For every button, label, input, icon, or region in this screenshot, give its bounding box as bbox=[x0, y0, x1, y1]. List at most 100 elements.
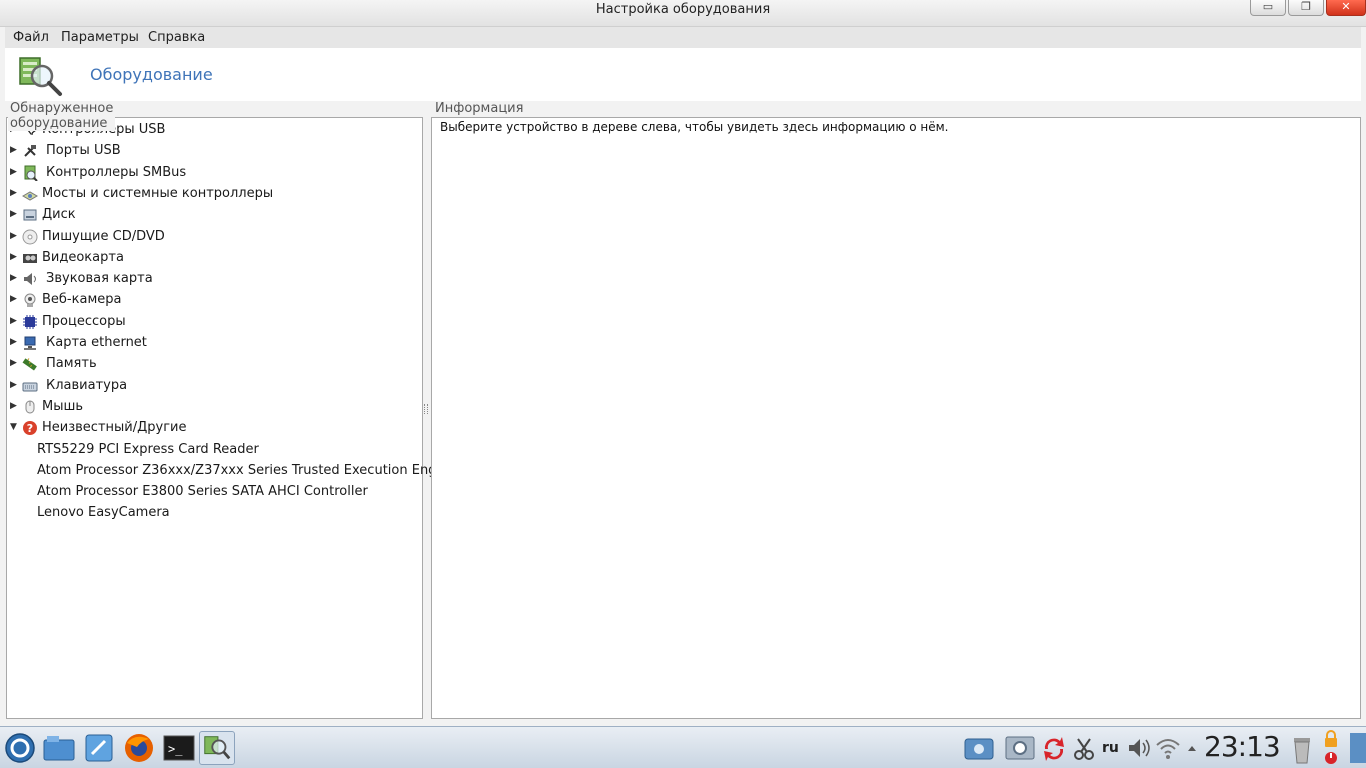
keyboard-layout-indicator[interactable]: ru bbox=[1102, 740, 1119, 756]
tree-item-unknown[interactable]: ▼? Неизвестный/Другие bbox=[7, 417, 419, 438]
maximize-button[interactable]: ❐ bbox=[1288, 0, 1324, 16]
restore-icon: ❐ bbox=[1301, 0, 1311, 13]
tree-item-label: Клавиатура bbox=[46, 378, 128, 393]
tree-item-cpu[interactable]: ▶ Процессоры bbox=[7, 311, 419, 332]
volume-icon[interactable] bbox=[1126, 727, 1152, 768]
menu-file[interactable]: Файл bbox=[13, 30, 49, 45]
expanded-arrow-icon[interactable]: ▼ bbox=[10, 417, 17, 438]
tree-item-memory[interactable]: ▶ Память bbox=[7, 353, 419, 374]
taskbar: >_ ru 23:13 bbox=[0, 726, 1366, 768]
hardware-config-icon[interactable] bbox=[199, 731, 235, 765]
minimize-icon: ▭ bbox=[1262, 0, 1274, 13]
usb-port-icon bbox=[22, 143, 38, 159]
header-band: Оборудование bbox=[5, 48, 1361, 101]
info-text: Выберите устройство в дереве слева, чтоб… bbox=[440, 120, 949, 134]
webcam-icon bbox=[22, 292, 38, 308]
tree-item-label: Диск bbox=[42, 207, 76, 222]
cdrom-icon bbox=[22, 229, 38, 245]
tree-item-cdrom[interactable]: ▶ Пишущие CD/DVD bbox=[7, 226, 419, 247]
tree-item-speaker[interactable]: ▶ Звуковая карта bbox=[7, 268, 419, 289]
tree-item-network[interactable]: ▶ Карта ethernet bbox=[7, 332, 419, 353]
collapsed-arrow-icon[interactable]: ▶ bbox=[10, 289, 17, 310]
tree-item-smbus[interactable]: ▶ Контроллеры SMBus bbox=[7, 162, 419, 183]
info-panel: Выберите устройство в дереве слева, чтоб… bbox=[431, 117, 1361, 719]
clock[interactable]: 23:13 bbox=[1204, 730, 1281, 763]
tree-item-label: Звуковая карта bbox=[46, 271, 153, 286]
keyboard-icon bbox=[22, 378, 38, 394]
tree-item-label: Контроллеры SMBus bbox=[46, 165, 187, 180]
tree-item-label: Память bbox=[46, 356, 97, 371]
svg-text:>_: >_ bbox=[168, 742, 183, 756]
tree-item-label: Мышь bbox=[42, 399, 84, 414]
collapsed-arrow-icon[interactable]: ▶ bbox=[10, 162, 17, 183]
tree-item-label: Мосты и системные контроллеры bbox=[42, 186, 274, 201]
wifi-icon[interactable] bbox=[1155, 727, 1181, 768]
tree-item-disk[interactable]: ▶ Диск bbox=[7, 204, 419, 225]
collapsed-arrow-icon[interactable]: ▶ bbox=[10, 332, 17, 353]
terminal-icon[interactable]: >_ bbox=[161, 731, 197, 765]
video-card-icon bbox=[22, 250, 38, 266]
text-editor-icon[interactable] bbox=[81, 731, 117, 765]
page-title: Оборудование bbox=[90, 65, 213, 84]
tree-item-webcam[interactable]: ▶ Веб-камера bbox=[7, 289, 419, 310]
trash-icon[interactable] bbox=[1289, 727, 1315, 768]
unknown-icon: ? bbox=[22, 420, 38, 436]
tree-item-bridge[interactable]: ▶ Мосты и системные контроллеры bbox=[7, 183, 419, 204]
speaker-icon bbox=[22, 271, 38, 287]
drive-icon[interactable] bbox=[962, 727, 996, 768]
control-center-icon[interactable] bbox=[1003, 727, 1037, 768]
bridge-icon bbox=[21, 186, 39, 202]
tree-item-label: Пишущие CD/DVD bbox=[42, 229, 165, 244]
tree-item-label: Процессоры bbox=[42, 314, 126, 329]
tree-item-keyboard[interactable]: ▶ Клавиатура bbox=[7, 375, 419, 396]
tree-item-label: Карта ethernet bbox=[46, 335, 147, 350]
start-menu-icon[interactable] bbox=[2, 731, 38, 765]
tree-item-label: Неизвестный/Другие bbox=[42, 420, 187, 435]
tree-item-mouse[interactable]: ▶ Мышь bbox=[7, 396, 419, 417]
menu-help[interactable]: Справка bbox=[148, 30, 205, 45]
right-group-label: Информация bbox=[433, 101, 526, 116]
collapsed-arrow-icon[interactable]: ▶ bbox=[10, 247, 17, 268]
tree-item-label: Веб-камера bbox=[42, 292, 122, 307]
collapsed-arrow-icon[interactable]: ▶ bbox=[10, 183, 17, 204]
menu-bar: Файл Параметры Справка bbox=[5, 27, 1361, 48]
tree-child-item[interactable]: Lenovo EasyCamera bbox=[37, 502, 170, 523]
collapsed-arrow-icon[interactable]: ▶ bbox=[10, 375, 17, 396]
update-icon[interactable] bbox=[1040, 727, 1068, 768]
collapsed-arrow-icon[interactable]: ▶ bbox=[10, 353, 17, 374]
scissors-icon[interactable] bbox=[1072, 727, 1096, 768]
smbus-icon bbox=[22, 165, 38, 182]
collapsed-arrow-icon[interactable]: ▶ bbox=[10, 226, 17, 247]
left-group-label: Обнаруженное оборудование bbox=[8, 101, 116, 131]
collapsed-arrow-icon[interactable]: ▶ bbox=[10, 204, 17, 225]
tree-child-item[interactable]: RTS5229 PCI Express Card Reader bbox=[37, 439, 259, 460]
tree-child-item[interactable]: Atom Processor E3800 Series SATA AHCI Co… bbox=[37, 481, 368, 502]
minimize-button[interactable]: ▭ bbox=[1250, 0, 1286, 16]
tree-item-usb-port[interactable]: ▶ Порты USB bbox=[7, 140, 419, 161]
firefox-icon[interactable] bbox=[121, 731, 157, 765]
network-icon bbox=[22, 335, 38, 351]
collapsed-arrow-icon[interactable]: ▶ bbox=[10, 140, 17, 161]
tree-item-video-card[interactable]: ▶ Видеокарта bbox=[7, 247, 419, 268]
window-title: Настройка оборудования bbox=[595, 2, 771, 17]
tray-expand-icon[interactable] bbox=[1185, 727, 1199, 768]
hardware-magnifier-icon bbox=[19, 57, 62, 96]
title-bar: Настройка оборудования ▭ ❐ ✕ bbox=[0, 0, 1366, 27]
svg-text:?: ? bbox=[27, 422, 33, 435]
tree-item-label: Видеокарта bbox=[42, 250, 124, 265]
collapsed-arrow-icon[interactable]: ▶ bbox=[10, 268, 17, 289]
collapsed-arrow-icon[interactable]: ▶ bbox=[10, 396, 17, 417]
cpu-icon bbox=[22, 314, 38, 330]
close-button[interactable]: ✕ bbox=[1326, 0, 1366, 16]
power-icon[interactable] bbox=[1348, 727, 1366, 768]
collapsed-arrow-icon[interactable]: ▶ bbox=[10, 311, 17, 332]
menu-settings[interactable]: Параметры bbox=[61, 30, 139, 45]
panel-splitter[interactable] bbox=[424, 404, 428, 414]
close-icon: ✕ bbox=[1341, 0, 1351, 13]
hardware-tree[interactable]: ▶Контроллеры USB▶Порты USB▶Контроллеры S… bbox=[6, 117, 456, 719]
file-manager-icon[interactable] bbox=[41, 731, 77, 765]
disk-icon bbox=[22, 207, 38, 223]
lock-icon[interactable] bbox=[1320, 727, 1342, 768]
memory-icon bbox=[22, 356, 38, 372]
tree-child-item[interactable]: Atom Processor Z36xxx/Z37xxx Series Trus… bbox=[37, 460, 456, 481]
